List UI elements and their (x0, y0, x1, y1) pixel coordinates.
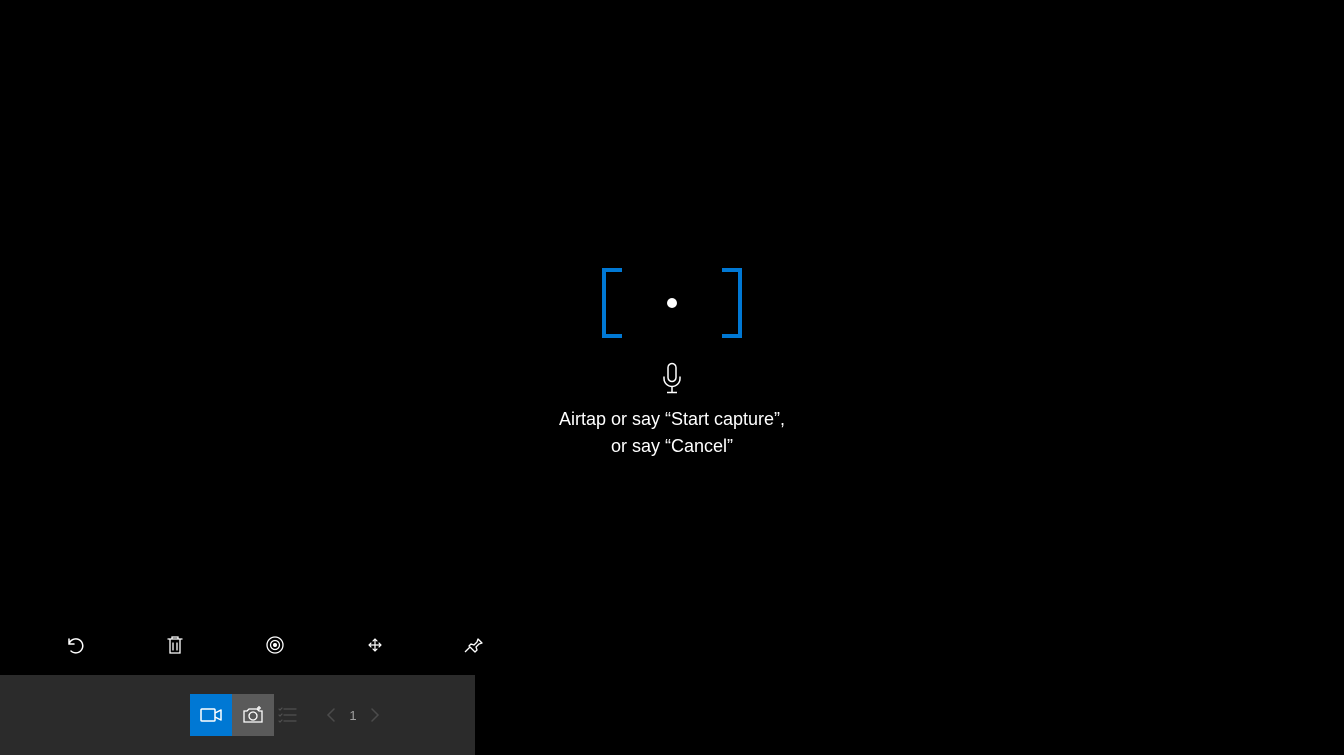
page-number: 1 (346, 708, 360, 723)
action-toolbar (0, 615, 488, 675)
microphone-icon (661, 363, 683, 400)
instruction-text: Airtap or say “Start capture”, or say “C… (559, 406, 785, 460)
video-mode-button[interactable] (190, 694, 232, 736)
photo-mode-button[interactable] (232, 694, 274, 736)
undo-button[interactable] (62, 632, 88, 658)
capture-reticle[interactable] (602, 268, 742, 338)
delete-button[interactable] (162, 632, 188, 658)
prev-button (316, 700, 346, 730)
next-button (360, 700, 390, 730)
bracket-right (722, 268, 742, 338)
reticle-dot (667, 298, 677, 308)
bracket-left (602, 268, 622, 338)
mode-bar: 1 (0, 675, 475, 755)
pin-button[interactable] (462, 632, 488, 658)
list-button (274, 694, 300, 736)
expand-button[interactable] (362, 632, 388, 658)
follow-button[interactable] (262, 632, 288, 658)
